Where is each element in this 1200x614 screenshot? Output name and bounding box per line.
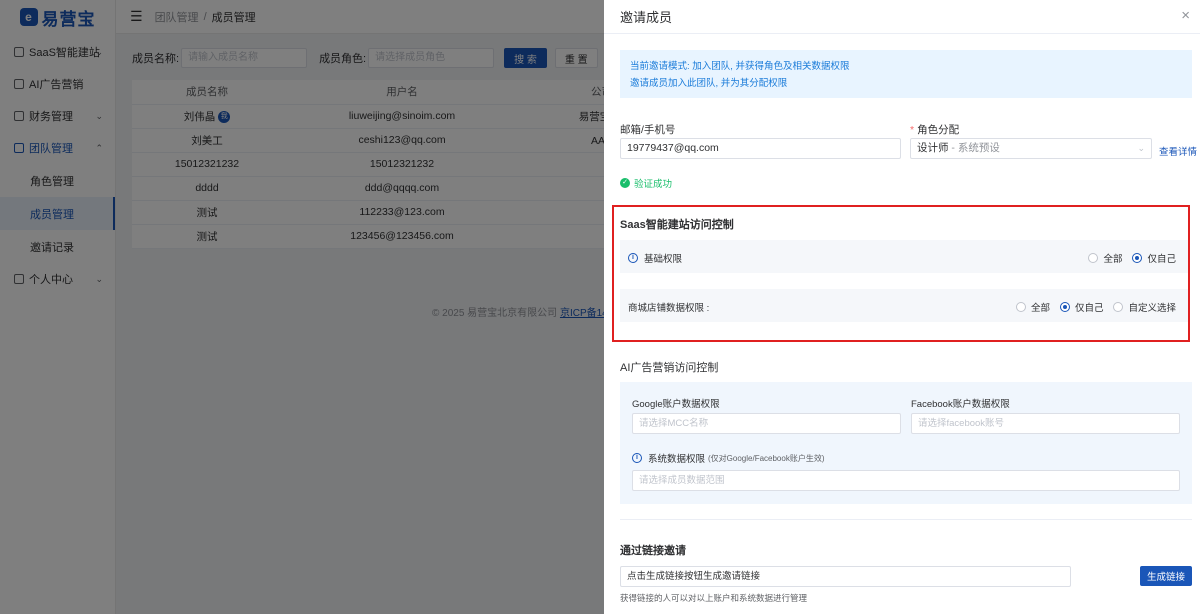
role-label: * 角色分配: [910, 122, 959, 137]
link-section-title: 通过链接邀请: [620, 545, 686, 557]
radio-label: 仅自己: [1074, 303, 1104, 314]
role-sub: - 系统预设: [948, 142, 1000, 154]
basic-permission-label: i 基础权限: [628, 251, 682, 265]
radio-dot: [1088, 253, 1099, 263]
role-value: 设计师: [917, 142, 949, 154]
radio-label: 仅自己: [1147, 254, 1176, 265]
shop-permission-label: 商城店铺数据权限 :: [628, 303, 710, 314]
basic-permission-row: i 基础权限 全部 仅自己: [620, 240, 1188, 273]
link-note: 获得链接的人可以对以上账户和系统数据进行管理: [620, 593, 808, 603]
radio-label: 全部: [1103, 254, 1123, 265]
radio-label: 全部: [1030, 303, 1050, 314]
drawer-title: 邀请成员: [620, 10, 673, 25]
google-permission-label: Google账户数据权限: [632, 399, 720, 410]
radio-label: 自定义选择: [1128, 303, 1176, 314]
shop-permission-row: 商城店铺数据权限 : 全部 仅自己 自定义选择: [620, 289, 1188, 322]
info-line: 邀请成员加入此团队, 并为其分配权限: [630, 78, 788, 89]
drawer-header: 邀请成员: [604, 0, 1200, 34]
invite-member-drawer: 邀请成员 × 当前邀请模式: 加入团队, 并获得角色及相关数据权限 邀请成员加入…: [604, 0, 1200, 614]
email-label: 邮箱/手机号: [620, 124, 676, 136]
email-field[interactable]: 19779437@qq.com: [620, 138, 901, 159]
check-circle-icon: ✓: [620, 178, 630, 188]
radio-shop-custom[interactable]: 自定义选择: [1113, 300, 1176, 314]
radio-dot: [1059, 302, 1070, 312]
view-detail-link[interactable]: 查看详情: [1159, 144, 1197, 158]
ai-access-section: Google账户数据权限 请选择MCC名称 Facebook账户数据权限 请选择…: [620, 382, 1192, 504]
radio-basic-all[interactable]: 全部: [1088, 251, 1122, 265]
role-select[interactable]: 设计师 - 系统预设 ⌄: [910, 138, 1152, 159]
info-icon: i: [628, 253, 638, 263]
required-mark: *: [910, 124, 915, 136]
close-icon[interactable]: ×: [1181, 8, 1190, 24]
facebook-permission-label: Facebook账户数据权限: [911, 399, 1010, 410]
info-line: 当前邀请模式: 加入团队, 并获得角色及相关数据权限: [630, 61, 850, 72]
facebook-account-select[interactable]: 请选择facebook账号: [911, 413, 1180, 434]
saas-section-title: Saas智能建站访问控制: [620, 219, 734, 231]
shop-permission-radio-group: 全部 仅自己 自定义选择: [1015, 300, 1176, 314]
generate-link-button[interactable]: 生成链接: [1140, 566, 1192, 586]
radio-shop-all[interactable]: 全部: [1015, 300, 1050, 314]
basic-permission-radio-group: 全部 仅自己: [1088, 251, 1176, 265]
invite-mode-info: 当前邀请模式: 加入团队, 并获得角色及相关数据权限 邀请成员加入此团队, 并为…: [620, 50, 1192, 98]
chevron-down-icon: ⌄: [1137, 143, 1145, 153]
system-permission-label: i 系统数据权限 (仅对Google/Facebook账户生效): [632, 451, 825, 465]
role-label-text: 角色分配: [917, 124, 960, 136]
radio-basic-self[interactable]: 仅自己: [1132, 251, 1176, 265]
radio-dot: [1015, 302, 1026, 312]
ai-section-title: AI广告营销访问控制: [620, 362, 719, 374]
radio-shop-self[interactable]: 仅自己: [1059, 300, 1104, 314]
section-divider: [620, 519, 1192, 520]
verify-text: 验证成功: [634, 179, 673, 190]
radio-dot: [1132, 253, 1143, 263]
system-scope-select[interactable]: 请选择成员数据范围: [632, 470, 1180, 491]
system-permission-text: 系统数据权限: [648, 454, 706, 465]
info-icon: i: [632, 453, 642, 463]
radio-dot: [1113, 302, 1124, 312]
verify-status: ✓ 验证成功: [620, 176, 672, 190]
system-permission-hint: (仅对Google/Facebook账户生效): [708, 453, 825, 463]
google-mcc-select[interactable]: 请选择MCC名称: [632, 413, 901, 434]
invite-link-field[interactable]: 点击生成链接按钮生成邀请链接: [620, 566, 1071, 587]
basic-permission-text: 基础权限: [644, 254, 683, 265]
